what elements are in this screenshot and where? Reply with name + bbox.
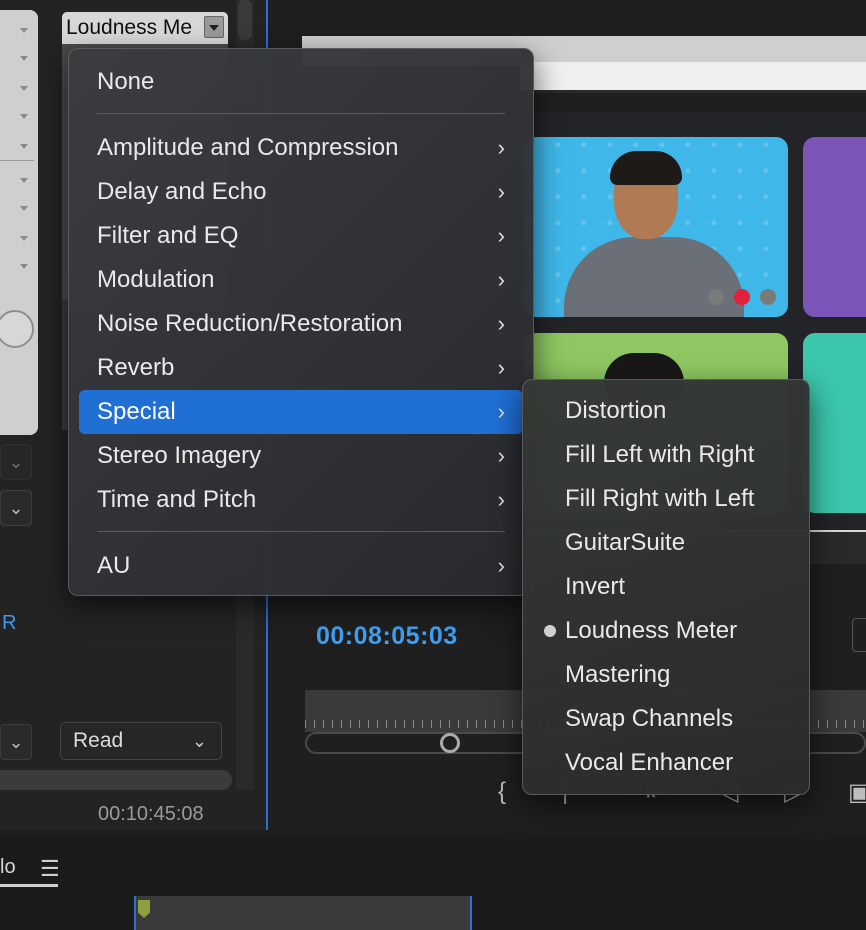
menu-item-label: Reverb (97, 354, 175, 381)
submenu-item-label: GuitarSuite (565, 529, 686, 556)
chevron-down-icon[interactable]: ⌄ (0, 444, 32, 480)
chevron-right-icon: › (497, 135, 505, 160)
chevron-right-icon: › (497, 355, 505, 380)
chevron-right-icon: › (497, 553, 505, 578)
submenu-item-label: Fill Right with Left (565, 485, 755, 512)
chevron-down-icon[interactable] (20, 236, 28, 241)
menu-item-amplitude-and-compression[interactable]: Amplitude and Compression › (79, 126, 523, 170)
timeline-tab[interactable]: lo (0, 856, 16, 879)
submenu-item-label: Mastering (565, 661, 671, 688)
automation-mode-select[interactable]: Read ⌄ (60, 722, 222, 760)
chevron-right-icon: › (497, 267, 505, 292)
video-frame-header (520, 62, 866, 93)
menu-item-none[interactable]: None (79, 60, 523, 104)
submenu-item-fill-left-with-right[interactable]: Fill Left with Right (533, 433, 799, 477)
submenu-item-label: Distortion (565, 397, 667, 424)
menu-item-au[interactable]: AU › (79, 544, 523, 588)
menu-item-filter-and-eq[interactable]: Filter and EQ › (79, 214, 523, 258)
mark-in-icon[interactable]: { (498, 778, 506, 806)
submenu-item-label: Loudness Meter (565, 617, 738, 644)
divider (0, 160, 34, 161)
chevron-right-icon: › (497, 223, 505, 248)
chevron-right-icon: › (497, 487, 505, 512)
menu-item-label: Modulation (97, 266, 215, 293)
mixer-duration: 00:10:45:08 (98, 803, 204, 825)
submenu-item-swap-channels[interactable]: Swap Channels (533, 697, 799, 741)
menu-item-time-and-pitch[interactable]: Time and Pitch › (79, 478, 523, 522)
submenu-item-vocal-enhancer[interactable]: Vocal Enhancer (533, 741, 799, 785)
chevron-down-icon: ⌄ (191, 731, 207, 751)
effect-select[interactable]: Loudness Me (62, 12, 228, 44)
chevron-down-icon[interactable]: ⌄ (0, 724, 32, 760)
participant-hair (610, 151, 682, 185)
menu-item-label: AU (97, 552, 131, 579)
effects-context-menu: None Amplitude and Compression › Delay a… (68, 48, 534, 596)
menu-item-modulation[interactable]: Modulation › (79, 258, 523, 302)
video-participant-tile (803, 333, 866, 513)
menu-item-label: Special (97, 398, 176, 425)
dropdown-arrow-icon[interactable] (204, 16, 224, 38)
chevron-down-icon[interactable] (20, 264, 28, 269)
menu-item-label: Stereo Imagery (97, 442, 262, 469)
panel-menu-icon[interactable]: ☰ (40, 856, 60, 882)
submenu-item-label: Swap Channels (565, 705, 734, 732)
menu-item-label: None (97, 68, 155, 95)
chevron-down-icon[interactable] (20, 114, 28, 119)
fit-select[interactable] (852, 618, 866, 652)
menu-item-label: Noise Reduction/Restoration (97, 310, 403, 337)
menu-item-noise-reduction-restoration[interactable]: Noise Reduction/Restoration › (79, 302, 523, 346)
chevron-right-icon: › (497, 399, 505, 424)
submenu-item-loudness-meter[interactable]: Loudness Meter (533, 609, 799, 653)
camera-export-frame-icon[interactable]: ▣ (848, 778, 866, 807)
automation-label: R (2, 612, 17, 634)
chevron-down-icon[interactable] (20, 28, 28, 33)
playhead-timecode[interactable]: 00:08:05:03 (316, 622, 458, 651)
chevron-down-icon[interactable] (20, 178, 28, 183)
camera-icon (760, 289, 776, 305)
special-submenu: Distortion Fill Left with Right Fill Rig… (522, 379, 810, 795)
chevron-down-icon[interactable] (20, 86, 28, 91)
playhead-handle[interactable] (440, 733, 460, 753)
effect-select-value: Loudness Me (66, 16, 193, 39)
mixer-scrollbar-thumb[interactable] (238, 0, 252, 40)
selected-dot-icon (544, 625, 556, 637)
menu-item-label: Amplitude and Compression (97, 134, 399, 161)
video-participant-tile (524, 137, 788, 317)
menu-item-special[interactable]: Special › (79, 390, 523, 434)
menu-item-stereo-imagery[interactable]: Stereo Imagery › (79, 434, 523, 478)
chevron-down-icon[interactable]: ⌄ (0, 490, 32, 526)
chevron-right-icon: › (497, 311, 505, 336)
mixer-channel-strip (0, 10, 38, 435)
menu-item-label: Filter and EQ (97, 222, 239, 249)
submenu-item-distortion[interactable]: Distortion (533, 389, 799, 433)
timeline-track-area[interactable] (134, 896, 472, 930)
submenu-item-guitarsuite[interactable]: GuitarSuite (533, 521, 799, 565)
automation-mode-value: Read (73, 729, 124, 752)
menu-separator (97, 113, 505, 114)
chevron-down-icon[interactable] (20, 144, 28, 149)
submenu-item-label: Vocal Enhancer (565, 749, 734, 776)
menu-item-label: Time and Pitch (97, 486, 257, 513)
submenu-item-mastering[interactable]: Mastering (533, 653, 799, 697)
chevron-right-icon: › (497, 179, 505, 204)
submenu-item-label: Fill Left with Right (565, 441, 755, 468)
menu-separator (97, 531, 505, 532)
participant-image (564, 237, 744, 317)
active-tab-indicator (0, 884, 58, 887)
menu-item-reverb[interactable]: Reverb › (79, 346, 523, 390)
video-participant-tile (803, 137, 866, 317)
chevron-down-icon[interactable] (20, 56, 28, 61)
mic-icon (708, 289, 724, 305)
pan-knob[interactable] (0, 310, 34, 348)
menu-item-delay-and-echo[interactable]: Delay and Echo › (79, 170, 523, 214)
chevron-right-icon: › (497, 443, 505, 468)
menu-item-label: Delay and Echo (97, 178, 267, 205)
submenu-item-label: Invert (565, 573, 626, 600)
submenu-item-fill-right-with-left[interactable]: Fill Right with Left (533, 477, 799, 521)
mixer-horizontal-scrollbar[interactable] (0, 770, 232, 790)
submenu-item-invert[interactable]: Invert (533, 565, 799, 609)
chevron-down-icon[interactable] (20, 206, 28, 211)
hang-up-icon (734, 289, 750, 305)
